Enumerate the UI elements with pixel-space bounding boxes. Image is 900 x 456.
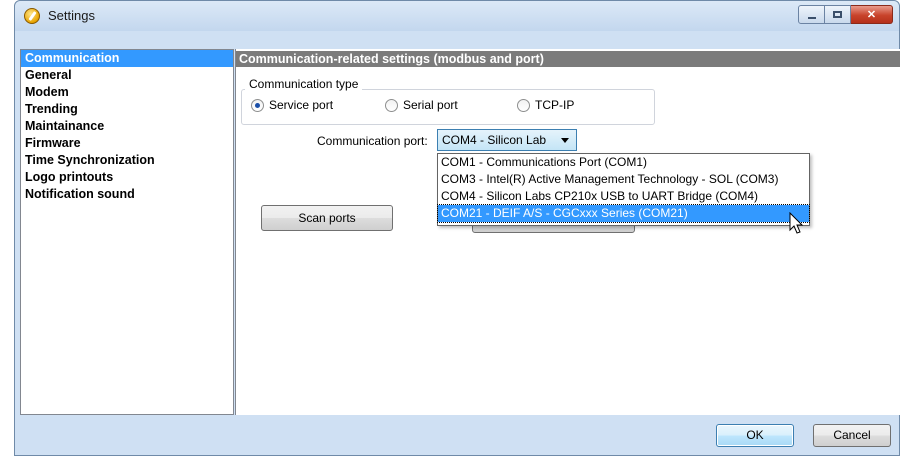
maximize-icon [833, 11, 842, 18]
maximize-button[interactable] [825, 5, 851, 24]
communication-port-value: COM4 - Silicon Lab [442, 133, 547, 147]
title-bar[interactable]: Settings ✕ [15, 1, 899, 31]
radio-tcp-ip[interactable]: TCP-IP [517, 98, 574, 112]
sidebar-item-communication[interactable]: Communication [21, 50, 233, 67]
radio-checked-icon[interactable] [251, 98, 264, 112]
sidebar-item-general[interactable]: General [21, 67, 233, 84]
sidebar-item-notification-sound[interactable]: Notification sound [21, 186, 233, 203]
sidebar-item-logo-printouts[interactable]: Logo printouts [21, 169, 233, 186]
dropdown-option-com4[interactable]: COM4 - Silicon Labs CP210x USB to UART B… [438, 188, 809, 205]
radio-serial-port-label: Serial port [403, 98, 458, 112]
radio-unchecked-icon[interactable] [517, 98, 530, 112]
sidebar-item-maintainance[interactable]: Maintainance [21, 118, 233, 135]
sidebar-item-trending[interactable]: Trending [21, 101, 233, 118]
sidebar-item-modem[interactable]: Modem [21, 84, 233, 101]
window-title: Settings [48, 8, 95, 23]
radio-service-port-label: Service port [269, 98, 334, 112]
radio-unchecked-icon[interactable] [385, 98, 398, 112]
radio-serial-port[interactable]: Serial port [385, 98, 458, 112]
communication-type-legend: Communication type [245, 77, 363, 91]
dropdown-option-com21[interactable]: COM21 - DEIF A/S - CGCxxx Series (COM21) [437, 204, 810, 223]
settings-app-icon [24, 8, 40, 24]
settings-window: Settings ✕ Communication General Modem T… [14, 0, 900, 456]
cancel-button[interactable]: Cancel [813, 424, 891, 447]
scan-ports-button[interactable]: Scan ports [261, 205, 393, 231]
dropdown-option-com1[interactable]: COM1 - Communications Port (COM1) [438, 154, 809, 171]
radio-service-port[interactable]: Service port [251, 98, 333, 112]
sidebar-item-firmware[interactable]: Firmware [21, 135, 233, 152]
chevron-down-icon[interactable] [561, 138, 569, 143]
mouse-cursor-icon [789, 212, 804, 234]
close-button[interactable]: ✕ [851, 5, 893, 24]
ok-button[interactable]: OK [716, 424, 794, 447]
dropdown-option-com3[interactable]: COM3 - Intel(R) Active Management Techno… [438, 171, 809, 188]
sidebar-item-time-synchronization[interactable]: Time Synchronization [21, 152, 233, 169]
minimize-icon [807, 16, 816, 19]
settings-category-list[interactable]: Communication General Modem Trending Mai… [20, 49, 234, 415]
caption-buttons: ✕ [798, 5, 893, 25]
communication-port-select[interactable]: COM4 - Silicon Lab [437, 129, 577, 151]
communication-port-dropdown[interactable]: COM1 - Communications Port (COM1) COM3 -… [437, 153, 810, 226]
close-icon: ✕ [866, 9, 877, 21]
panel-header: Communication-related settings (modbus a… [236, 51, 900, 67]
radio-tcp-ip-label: TCP-IP [535, 98, 575, 112]
minimize-button[interactable] [798, 5, 825, 24]
communication-port-label: Communication port: [317, 134, 428, 148]
